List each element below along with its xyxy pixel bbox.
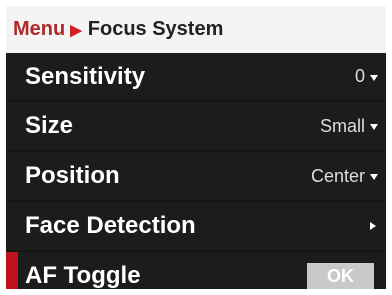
menu-item-label: Face Detection [25,212,196,239]
menu-item-label: Position [25,162,120,189]
face-detection-submenu[interactable] [370,222,378,230]
menu-list: Sensitivity 0 Size Small Position Center… [6,53,386,289]
position-value: Center [310,165,365,186]
menu-item-face-detection[interactable]: Face Detection [6,202,386,250]
camera-menu-screen: Menu ▶ Focus System Sensitivity 0 Size S… [6,6,386,289]
caret-down-icon [370,124,378,130]
menu-item-label: Sensitivity [25,62,146,90]
menu-item-size[interactable]: Size Small [6,102,386,150]
menu-item-position[interactable]: Position Center [6,152,386,200]
caret-down-icon [370,174,378,180]
ok-button[interactable]: OK [307,262,374,289]
breadcrumb-menu-link[interactable]: Menu [13,18,65,41]
sensitivity-dropdown[interactable]: 0 [355,66,378,87]
page-title: Focus System [87,18,224,40]
chevron-right-icon: ▶ [70,21,82,39]
menu-item-label: AF Toggle [25,262,141,289]
sensitivity-value: 0 [354,66,365,86]
caret-right-icon [370,222,376,230]
size-dropdown[interactable]: Small [320,116,378,137]
position-dropdown[interactable]: Center [311,166,378,187]
menu-item-label: Size [25,112,74,139]
selection-indicator [6,252,18,289]
size-value: Small [319,115,365,136]
caret-down-icon [370,74,378,81]
breadcrumb: Menu ▶ Focus System [6,6,386,53]
menu-item-sensitivity[interactable]: Sensitivity 0 [6,53,386,100]
menu-item-af-toggle[interactable]: AF Toggle OK [6,252,386,289]
